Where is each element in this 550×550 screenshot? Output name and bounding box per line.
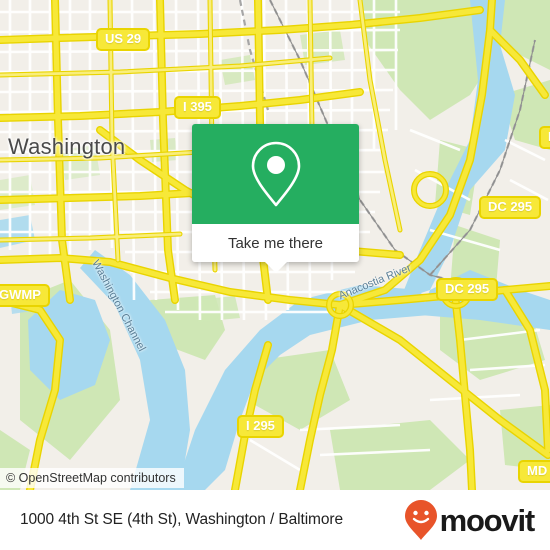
road-shield-dc-295-a[interactable]: DC 295 [479, 196, 542, 219]
address-label: 1000 4th St SE (4th St), Washington / Ba… [20, 511, 343, 528]
take-me-there-button[interactable]: Take me there [192, 224, 359, 273]
map-pin-icon [251, 141, 300, 207]
road-shield-edge-clipped[interactable]: I [539, 126, 550, 149]
road-shield-us-29[interactable]: US 29 [96, 28, 151, 51]
road-shield-i-295[interactable]: I 295 [237, 415, 284, 438]
location-popup[interactable]: Take me there [192, 124, 359, 273]
moovit-logo[interactable]: moovit [404, 499, 536, 541]
bottom-bar: 1000 4th St SE (4th St), Washington / Ba… [0, 490, 550, 550]
road-shield-dc-295-b[interactable]: DC 295 [436, 278, 499, 301]
city-label-washington: Washington [8, 134, 126, 159]
take-me-there-label: Take me there [227, 234, 324, 252]
road-shield-gwmp[interactable]: GWMP [0, 284, 50, 307]
map-canvas[interactable]: Washington Washington Channel Anacostia … [0, 0, 550, 490]
moovit-wordmark: moovit [439, 502, 536, 538]
popup-pin-area [192, 124, 359, 224]
road-shield-md-5[interactable]: MD 5 [518, 460, 550, 483]
popup-tail [263, 261, 288, 273]
osm-attribution[interactable]: © OpenStreetMap contributors [0, 468, 184, 488]
moovit-pin-icon [404, 500, 437, 540]
moovit-map-screen: Washington Washington Channel Anacostia … [0, 0, 550, 550]
road-shield-i-395[interactable]: I 395 [174, 96, 221, 119]
